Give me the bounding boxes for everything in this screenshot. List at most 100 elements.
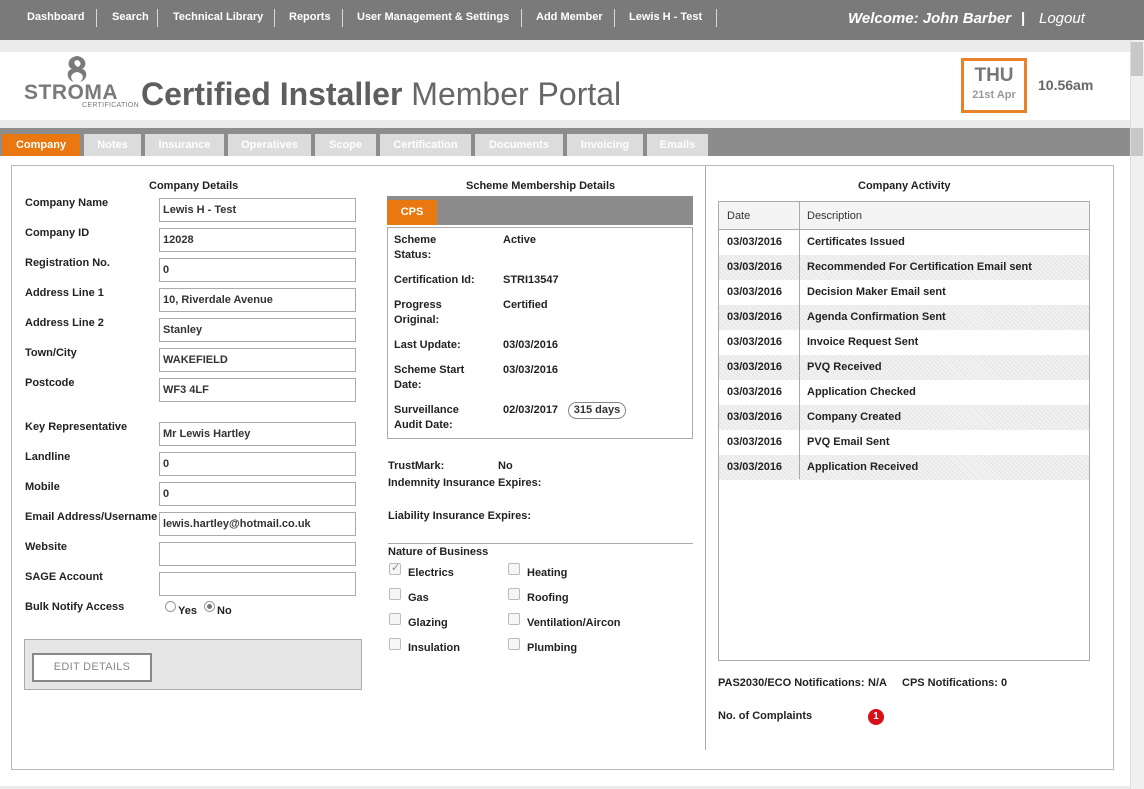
sage-field[interactable] (159, 572, 356, 596)
tab-scope[interactable]: Scope (315, 134, 376, 156)
current-time: 10.56am (1038, 77, 1094, 93)
nav-reports[interactable]: Reports (289, 11, 331, 23)
nav-current-member[interactable]: Lewis H - Test (629, 11, 702, 23)
welcome-separator: | (1021, 10, 1026, 27)
trustmark-label: TrustMark: (388, 460, 445, 472)
activity-column-divider (799, 202, 800, 479)
insulation-label: Insulation (408, 642, 460, 654)
activity-date: 03/03/2016 (727, 411, 783, 423)
insulation-checkbox[interactable] (389, 638, 401, 650)
tab-cps[interactable]: CPS (387, 200, 437, 225)
tab-documents[interactable]: Documents (475, 134, 563, 156)
gas-label: Gas (408, 592, 429, 604)
address1-field[interactable] (159, 288, 356, 312)
tab-invoicing[interactable]: Invoicing (567, 134, 643, 156)
tab-bar: Company Notes Insurance Operatives Scope… (0, 128, 1130, 156)
table-row: 03/03/2016 PVQ Email Sent (719, 430, 1089, 455)
activity-date: 03/03/2016 (727, 286, 783, 298)
table-row: 03/03/2016 Agenda Confirmation Sent (719, 305, 1089, 330)
address2-field[interactable] (159, 318, 356, 342)
table-row: 03/03/2016 Company Created (719, 405, 1089, 430)
top-nav: Dashboard Search Technical Library Repor… (0, 0, 1144, 40)
stroma-logo[interactable]: STROMA CERTIFICATION (22, 54, 139, 112)
glazing-checkbox[interactable] (389, 613, 401, 625)
date-box: THU 21st Apr (961, 58, 1027, 113)
bulk-notify-label: Bulk Notify Access (25, 601, 125, 613)
activity-description: PVQ Email Sent (807, 436, 890, 448)
tab-company[interactable]: Company (2, 134, 80, 156)
electrics-label: Electrics (408, 567, 454, 579)
logo-sub: CERTIFICATION (82, 102, 139, 109)
activity-date: 03/03/2016 (727, 361, 783, 373)
edit-details-button[interactable]: EDIT DETAILS (32, 653, 152, 682)
pas-notifications-value: N/A (868, 677, 887, 689)
nav-separator (716, 9, 717, 27)
activity-date: 03/03/2016 (727, 311, 783, 323)
roofing-label: Roofing (527, 592, 569, 604)
start-date-label: Scheme Start Date: (394, 364, 465, 391)
activity-description: Decision Maker Email sent (807, 286, 946, 298)
table-row: 03/03/2016 Invoice Request Sent (719, 330, 1089, 355)
plumbing-checkbox[interactable] (508, 638, 520, 650)
activity-description: Application Checked (807, 386, 916, 398)
mobile-label: Mobile (25, 481, 60, 493)
bulk-yes-radio[interactable] (165, 601, 176, 612)
page-title: Certified Installer Member Portal (141, 76, 621, 113)
ventilation-checkbox[interactable] (508, 613, 520, 625)
date-date: 21st Apr (972, 89, 1016, 101)
scheme-tabbar: CPS (387, 196, 693, 225)
cert-id-label: Certification Id: (394, 274, 475, 286)
website-field[interactable] (159, 542, 356, 566)
scrollbar-thumb[interactable] (1131, 42, 1143, 76)
nav-technical-library[interactable]: Technical Library (173, 11, 263, 23)
key-rep-label: Key Representative (25, 421, 128, 433)
landline-field[interactable] (159, 452, 356, 476)
mobile-field[interactable] (159, 482, 356, 506)
company-id-field[interactable] (159, 228, 356, 252)
column-divider (705, 166, 706, 750)
registration-field[interactable] (159, 258, 356, 282)
activity-description: Invoice Request Sent (807, 336, 919, 348)
logout-link[interactable]: Logout (1039, 10, 1085, 27)
gas-checkbox[interactable] (389, 588, 401, 600)
roofing-checkbox[interactable] (508, 588, 520, 600)
bulk-no-radio[interactable] (204, 601, 215, 612)
nav-dashboard[interactable]: Dashboard (27, 11, 84, 23)
plumbing-label: Plumbing (527, 642, 578, 654)
audit-date-value: 02/03/2017 (503, 404, 559, 416)
nav-search[interactable]: Search (112, 11, 149, 23)
scrollbar-thumb[interactable] (1131, 128, 1143, 156)
cps-notifications-label: CPS Notifications: (902, 677, 998, 689)
email-field[interactable] (159, 512, 356, 536)
cps-notifications-value: 0 (1001, 677, 1008, 689)
sage-label: SAGE Account (25, 571, 103, 583)
activity-header-description[interactable]: Description (807, 210, 862, 222)
complaints-count-badge[interactable]: 1 (868, 709, 884, 725)
heating-label: Heating (527, 567, 568, 579)
email-label: Email Address/Username (25, 511, 158, 523)
town-field[interactable] (159, 348, 356, 372)
activity-header-date[interactable]: Date (727, 210, 750, 222)
electrics-checkbox[interactable] (389, 561, 401, 575)
tab-notes[interactable]: Notes (84, 134, 141, 156)
company-name-label: Company Name (25, 197, 109, 209)
activity-description: Agenda Confirmation Sent (807, 311, 946, 323)
key-rep-field[interactable] (159, 422, 356, 446)
tab-operatives[interactable]: Operatives (228, 134, 311, 156)
table-row: 03/03/2016 PVQ Received (719, 355, 1089, 380)
audit-date-label: Surveillance Audit Date: (394, 404, 459, 431)
heating-checkbox[interactable] (508, 563, 520, 575)
company-name-field[interactable] (159, 198, 356, 222)
tab-insurance[interactable]: Insurance (145, 134, 224, 156)
tab-certification[interactable]: Certification (380, 134, 471, 156)
nav-user-management[interactable]: User Management & Settings (357, 11, 509, 23)
nav-add-member[interactable]: Add Member (536, 11, 603, 23)
address2-label: Address Line 2 (25, 317, 104, 329)
nav-separator (521, 9, 522, 27)
activity-table: Date Description 03/03/2016 Certificates… (718, 201, 1090, 661)
complaints-label: No. of Complaints (718, 710, 813, 722)
scheme-title: Scheme Membership Details (466, 180, 616, 192)
postcode-field[interactable] (159, 378, 356, 402)
activity-table-header: Date Description (719, 202, 1089, 230)
tab-emails[interactable]: Emails (647, 134, 708, 156)
